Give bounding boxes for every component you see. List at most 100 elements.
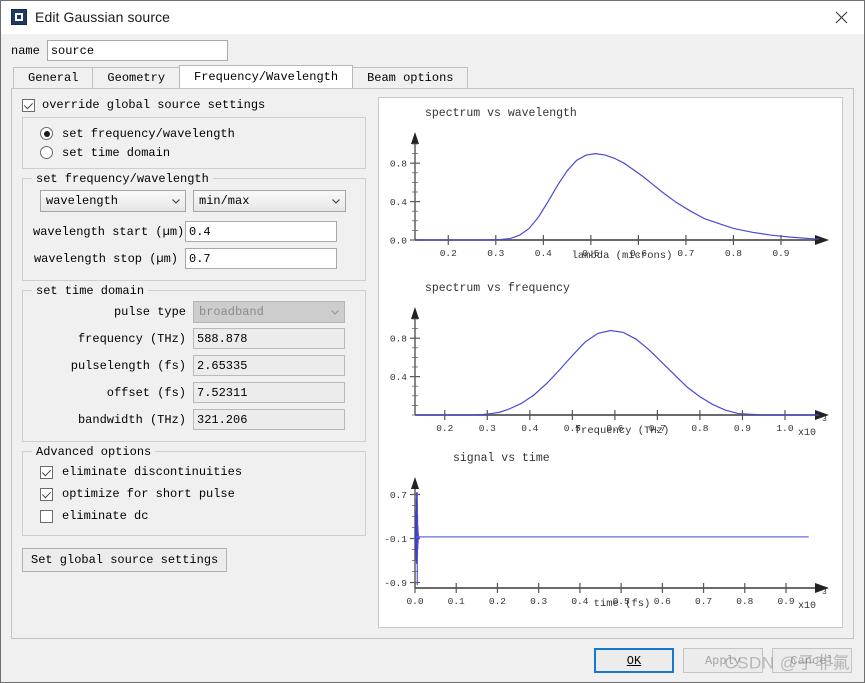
name-row: name — [1, 34, 864, 66]
svg-text:0.9: 0.9 — [734, 423, 751, 434]
frequency-row: frequency (THz) — [33, 328, 355, 349]
radio-row-set-time-domain[interactable]: set time domain — [33, 143, 355, 162]
svg-text:0.4: 0.4 — [521, 423, 538, 434]
svg-text:0.7: 0.7 — [695, 596, 712, 607]
chevron-down-icon — [331, 309, 339, 315]
tab-beam-options[interactable]: Beam options — [352, 67, 469, 88]
svg-text:0.2: 0.2 — [436, 423, 453, 434]
settings-pane: override global source settings set freq… — [12, 89, 374, 638]
range-mode-select[interactable]: min/max — [193, 190, 346, 212]
ok-button[interactable]: OK — [594, 648, 674, 673]
offset-row: offset (fs) — [33, 382, 355, 403]
close-icon[interactable] — [818, 1, 864, 33]
svg-text:0.4: 0.4 — [390, 197, 407, 208]
svg-text:0.3: 0.3 — [479, 423, 496, 434]
set-time-domain-group: set time domain pulse type broadband fre… — [22, 284, 366, 442]
plots-pane: spectrum vs wavelength 0.0 0.4 0.8 0.2 0.3 0… — [378, 97, 843, 628]
eliminate-dc-label: eliminate dc — [62, 509, 149, 523]
override-global-source-settings-row: override global source settings — [22, 97, 366, 113]
window-title: Edit Gaussian source — [35, 9, 171, 25]
app-square-icon — [11, 9, 27, 25]
tab-general[interactable]: General — [13, 67, 94, 88]
svg-text:0.4: 0.4 — [571, 596, 588, 607]
svg-text:frequency (THz): frequency (THz) — [575, 425, 670, 437]
svg-text:0.7: 0.7 — [677, 248, 694, 259]
chart-spectrum-vs-wavelength: spectrum vs wavelength 0.0 0.4 0.8 0.2 0.3 0… — [379, 98, 843, 263]
advanced-row-eliminate-dc[interactable]: eliminate dc — [33, 505, 355, 527]
name-input[interactable] — [46, 40, 228, 61]
radio-label-set-time-domain: set time domain — [62, 145, 171, 160]
eliminate-discontinuities-label: eliminate discontinuities — [62, 465, 243, 479]
svg-text:0.3: 0.3 — [530, 596, 547, 607]
advanced-row-optimize-for-short-pulse[interactable]: optimize for short pulse — [33, 483, 355, 505]
wavelength-stop-label: wavelength stop (µm) — [33, 251, 178, 266]
frequency-input[interactable] — [193, 328, 345, 349]
svg-text:lambda (microns): lambda (microns) — [572, 250, 673, 262]
svg-text:0.2: 0.2 — [489, 596, 506, 607]
svg-text:0.9: 0.9 — [777, 596, 794, 607]
tab-bar: General Geometry Frequency/Wavelength Be… — [1, 65, 864, 88]
pulse-type-select-value: broadband — [199, 304, 264, 319]
ok-button-label: OK — [626, 653, 642, 668]
override-global-source-settings-label: override global source settings — [42, 98, 266, 112]
wavelength-start-input[interactable] — [185, 221, 337, 242]
cancel-button[interactable]: Cancel — [772, 648, 852, 673]
wavelength-start-row: wavelength start (µm) — [33, 221, 355, 242]
eliminate-dc-checkbox[interactable] — [40, 509, 53, 523]
tab-panel-frequency-wavelength: override global source settings set freq… — [11, 88, 854, 639]
frequency-label: frequency (THz) — [77, 331, 186, 346]
chart-spectrum-vs-wavelength-svg: spectrum vs wavelength 0.0 0.4 0.8 0.2 0.3 0… — [390, 107, 829, 262]
svg-text:x10: x10 — [798, 428, 816, 438]
svg-text:0.4: 0.4 — [535, 248, 552, 259]
quantity-select[interactable]: wavelength — [40, 190, 186, 212]
pulselength-input[interactable] — [193, 355, 345, 376]
dialog-footer: OK Apply Cancel CSDN @子非氟 — [1, 639, 864, 682]
optimize-for-short-pulse-checkbox[interactable] — [40, 487, 53, 501]
svg-text:0.6: 0.6 — [654, 596, 671, 607]
svg-text:0.8: 0.8 — [390, 159, 407, 170]
cancel-button-label: Cancel — [790, 653, 834, 668]
bandwidth-label: bandwidth (THz) — [77, 412, 186, 427]
set-time-domain-legend: set time domain — [32, 284, 149, 298]
title-bar: Edit Gaussian source — [1, 1, 864, 34]
chart-spectrum-vs-frequency-svg: spectrum vs frequency 0.4 0.8 0.2 0.3 0.4 0.… — [390, 282, 829, 438]
pulse-type-label: pulse type — [113, 304, 186, 319]
tab-geometry[interactable]: Geometry — [92, 67, 181, 88]
pulse-type-row: pulse type broadband — [33, 300, 355, 323]
pulselength-row: pulselength (fs) — [33, 355, 355, 376]
offset-input[interactable] — [193, 382, 345, 403]
advanced-row-eliminate-discontinuities[interactable]: eliminate discontinuities — [33, 461, 355, 483]
svg-text:0.9: 0.9 — [772, 248, 789, 259]
set-global-source-settings-button[interactable]: Set global source settings — [22, 548, 228, 572]
svg-text:spectrum vs wavelength: spectrum vs wavelength — [425, 107, 577, 120]
chart-signal-vs-time-svg: signal vs time -0.9 -0.1 0.7 0.0 0.1 0.2 0.3 0… — [384, 452, 829, 612]
svg-text:0.4: 0.4 — [390, 372, 407, 383]
name-label: name — [11, 43, 40, 58]
set-frequency-wavelength-group: set frequency/wavelength wavelength min/… — [22, 172, 366, 281]
radio-set-frequency-wavelength[interactable] — [40, 127, 53, 140]
tab-frequency-wavelength[interactable]: Frequency/Wavelength — [179, 65, 354, 88]
set-frequency-wavelength-legend: set frequency/wavelength — [32, 172, 213, 186]
radio-label-set-frequency-wavelength: set frequency/wavelength — [62, 126, 235, 141]
override-global-source-settings-checkbox[interactable] — [22, 98, 35, 112]
eliminate-discontinuities-checkbox[interactable] — [40, 465, 53, 479]
svg-text:0.3: 0.3 — [487, 248, 504, 259]
quantity-select-value: wavelength — [46, 194, 119, 208]
select-row: wavelength min/max — [40, 190, 355, 212]
wavelength-start-label: wavelength start (µm) — [33, 224, 185, 239]
svg-text:0.1: 0.1 — [448, 596, 465, 607]
pulse-type-select: broadband — [193, 300, 345, 323]
radio-set-time-domain[interactable] — [40, 146, 53, 159]
svg-text:0.8: 0.8 — [736, 596, 753, 607]
bandwidth-input[interactable] — [193, 409, 345, 430]
svg-text:3: 3 — [822, 415, 827, 424]
radio-row-set-frequency-wavelength[interactable]: set frequency/wavelength — [33, 124, 355, 143]
wavelength-stop-row: wavelength stop (µm) — [33, 248, 355, 269]
pulselength-label: pulselength (fs) — [70, 358, 186, 373]
apply-button-label: Apply — [704, 653, 741, 668]
range-mode-select-value: min/max — [199, 194, 250, 208]
chevron-down-icon — [332, 199, 340, 204]
svg-text:time (fs): time (fs) — [594, 598, 651, 610]
wavelength-stop-input[interactable] — [185, 248, 337, 269]
apply-button[interactable]: Apply — [683, 648, 763, 673]
